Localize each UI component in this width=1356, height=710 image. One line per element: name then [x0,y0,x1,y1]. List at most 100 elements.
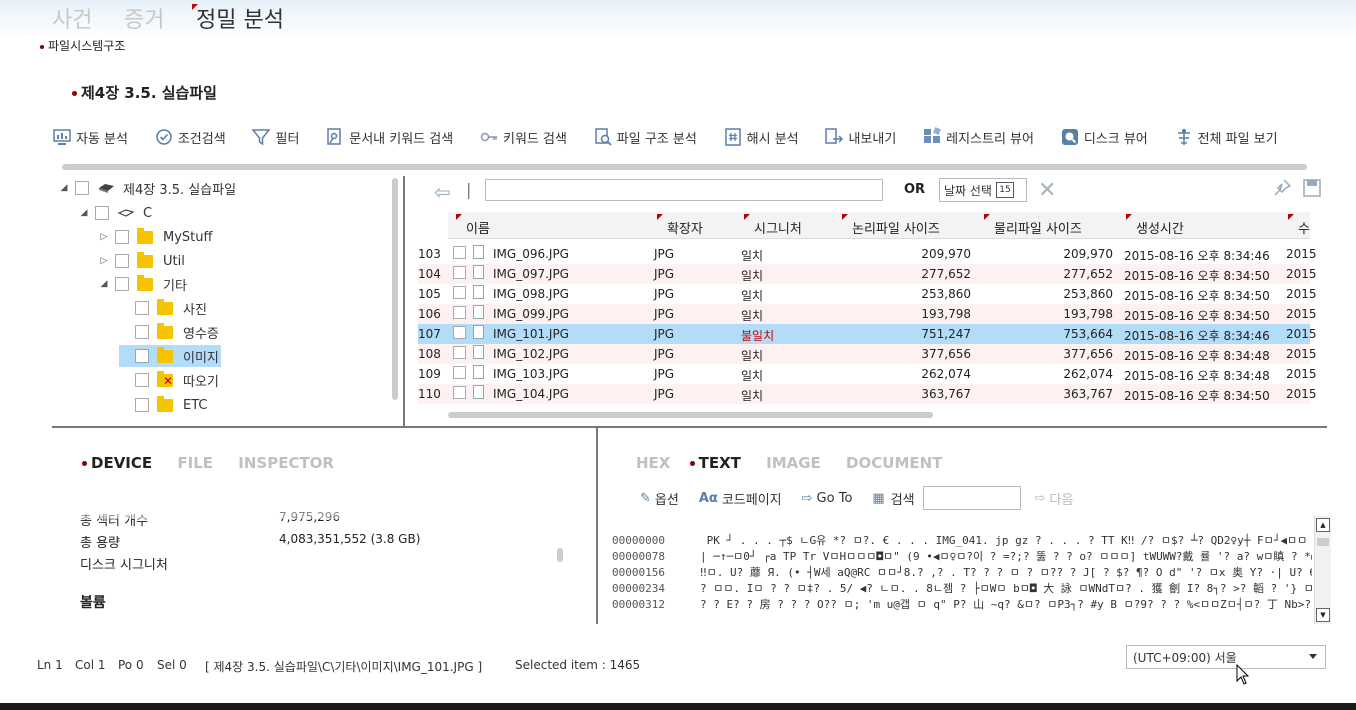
tree-item-label: 이미지 [183,350,219,366]
toolbar-horizontal-scrollbar[interactable] [62,164,1307,170]
tree-checkbox[interactable] [135,398,149,412]
tab-detailed-analysis-label: 정밀 분석 [196,8,284,33]
column-physical-size[interactable]: 물리파일 사이즈 [984,214,1082,237]
hash-analysis-button[interactable]: 해시 분석 [723,124,799,150]
tab-detailed-analysis[interactable]: 정밀 분석 [192,2,284,34]
table-row[interactable]: 109 IMG_103.JPG JPG 일치 262,074 262,074 2015-08… [418,364,1317,384]
tree-checkbox[interactable] [95,206,109,220]
column-logical-size[interactable]: 논리파일 사이즈 [842,214,940,237]
scroll-up-icon[interactable]: ▲ [1316,518,1330,532]
row-checkbox[interactable] [453,246,466,259]
table-row[interactable]: 107 IMG_101.JPG JPG 불일치 751,247 753,664 2015-0… [418,324,1317,344]
bottom-vertical-splitter[interactable] [596,428,598,624]
clear-filter-icon[interactable]: ✕ [1038,178,1056,203]
auto-analysis-button[interactable]: 자동 분석 [52,124,128,150]
row-checkbox[interactable] [453,326,466,339]
scroll-down-icon[interactable]: ▼ [1316,608,1330,622]
tree-item-etc[interactable]: ETC [119,394,207,416]
row-checkbox[interactable] [453,286,466,299]
tree-checkbox[interactable] [115,230,129,244]
tab-document[interactable]: DOCUMENT [846,454,942,472]
table-row[interactable]: 103 IMG_096.JPG JPG 일치 209,970 209,970 2015-08… [418,244,1317,264]
info-vertical-scrollbar[interactable] [557,548,563,562]
column-extension[interactable]: 확장자 [657,214,703,237]
column-signature[interactable]: 시그니처 [744,214,802,237]
tab-inspector[interactable]: INSPECTOR [238,454,334,472]
tab-file[interactable]: FILE [177,454,213,472]
viewer-vertical-scrollbar[interactable]: ▲ ▼ [1314,516,1331,624]
tree-item-mystuff[interactable]: ▷ MyStuff [99,226,212,248]
row-checkbox[interactable] [453,366,466,379]
tree-checkbox[interactable] [135,373,149,387]
tree-item-images[interactable]: 이미지 [119,345,221,367]
vertical-splitter[interactable] [403,176,405,426]
row-checkbox[interactable] [453,346,466,359]
save-icon[interactable] [1302,178,1322,198]
cell-name: IMG_102.JPG [493,347,569,361]
tree-checkbox[interactable] [135,325,149,339]
timezone-select[interactable]: (UTC+09:00) 서울 [1126,645,1326,669]
cell-ext: JPG [654,307,675,321]
tree-item-crested-ibis[interactable]: ✕ 따오기 [119,369,219,391]
tab-image[interactable]: IMAGE [766,454,821,472]
expand-closed-icon[interactable]: ▷ [99,256,109,266]
export-button[interactable]: 내보내기 [824,124,896,150]
date-select-button[interactable]: 날짜 선택 15 [939,178,1027,202]
tab-text[interactable]: TEXT [689,454,741,472]
grid-horizontal-scrollbar[interactable] [448,412,933,418]
tree-checkbox[interactable] [75,181,89,195]
column-created-time[interactable]: 생성시간 [1126,214,1184,237]
disk-viewer-button[interactable]: 디스크 뷰어 [1060,124,1148,150]
registry-viewer-button[interactable]: 레지스트리 뷰어 [922,124,1034,150]
tree-item-c[interactable]: ◢ C [79,202,153,224]
expand-open-icon[interactable]: ◢ [99,279,109,289]
column-modified-time[interactable]: 수 [1288,214,1310,237]
scroll-thumb[interactable] [1317,538,1329,546]
tab-hex[interactable]: HEX [636,454,670,472]
tree-item-root[interactable]: ◢ 제4장 3.5. 실습파일 [59,177,236,199]
condition-search-button[interactable]: 조건검색 [154,124,226,150]
file-structure-analysis-button[interactable]: 파일 구조 분석 [593,124,697,150]
horizontal-splitter[interactable] [52,426,1327,428]
row-checkbox[interactable] [453,386,466,399]
tree-checkbox[interactable] [115,277,129,291]
table-row[interactable]: 105 IMG_098.JPG JPG 일치 253,860 253,860 2015-08… [418,284,1317,304]
table-row[interactable]: 104 IMG_097.JPG JPG 일치 277,652 277,652 2015-08… [418,264,1317,284]
tab-case[interactable]: 사건 [52,2,92,34]
options-button[interactable]: ✎ 옵션 [640,489,679,508]
tree-item-misc[interactable]: ◢ 기타 [99,273,187,295]
tree-item-util[interactable]: ▷ Util [99,250,185,272]
expand-closed-icon[interactable]: ▷ [99,232,109,242]
fade-overlay [0,510,590,519]
codepage-button[interactable]: Aα 코드페이지 [699,489,782,508]
column-name[interactable]: 이름 [456,214,490,237]
row-checkbox[interactable] [453,306,466,319]
document-keyword-search-button[interactable]: 문서내 키워드 검색 [325,124,453,150]
tab-device[interactable]: DEVICE [82,454,152,472]
expand-open-icon[interactable]: ◢ [79,208,89,218]
expand-open-icon[interactable]: ◢ [59,183,69,193]
tree-item-photos[interactable]: 사진 [119,297,207,319]
back-arrow-icon[interactable]: ⇦ [434,180,451,204]
keyword-search-button[interactable]: 키워드 검색 [479,124,567,150]
tree-checkbox[interactable] [135,349,149,363]
pin-icon[interactable] [1272,178,1292,198]
row-checkbox[interactable] [453,266,466,279]
tree-vertical-scrollbar[interactable] [392,178,398,400]
next-button[interactable]: ⇨ 다음 [1035,489,1074,508]
table-row[interactable]: 110 IMG_104.JPG JPG 일치 363,767 363,767 2015-08… [418,384,1317,404]
tree-item-receipts[interactable]: 영수증 [119,321,219,343]
tree-checkbox[interactable] [135,301,149,315]
cell-sig: 불일치 [741,329,775,343]
tab-evidence[interactable]: 증거 [124,2,164,34]
filter-button[interactable]: 필터 [251,124,299,150]
or-label: OR [904,182,926,197]
table-row[interactable]: 106 IMG_099.JPG JPG 일치 193,798 193,798 2015-08… [418,304,1317,324]
text-viewer[interactable]: 00000000 PK ┘ . . . ┬$ ㄴG유 *? ㅁ?. € . . … [612,532,1312,624]
tree-checkbox[interactable] [115,254,129,268]
table-row[interactable]: 108 IMG_102.JPG JPG 일치 377,656 377,656 2015-08… [418,344,1317,364]
file-search-input[interactable] [485,179,883,201]
goto-button[interactable]: ⇨ Go To [802,491,853,506]
all-files-view-button[interactable]: 전체 파일 보기 [1174,124,1278,150]
viewer-search-input[interactable] [922,486,1021,510]
